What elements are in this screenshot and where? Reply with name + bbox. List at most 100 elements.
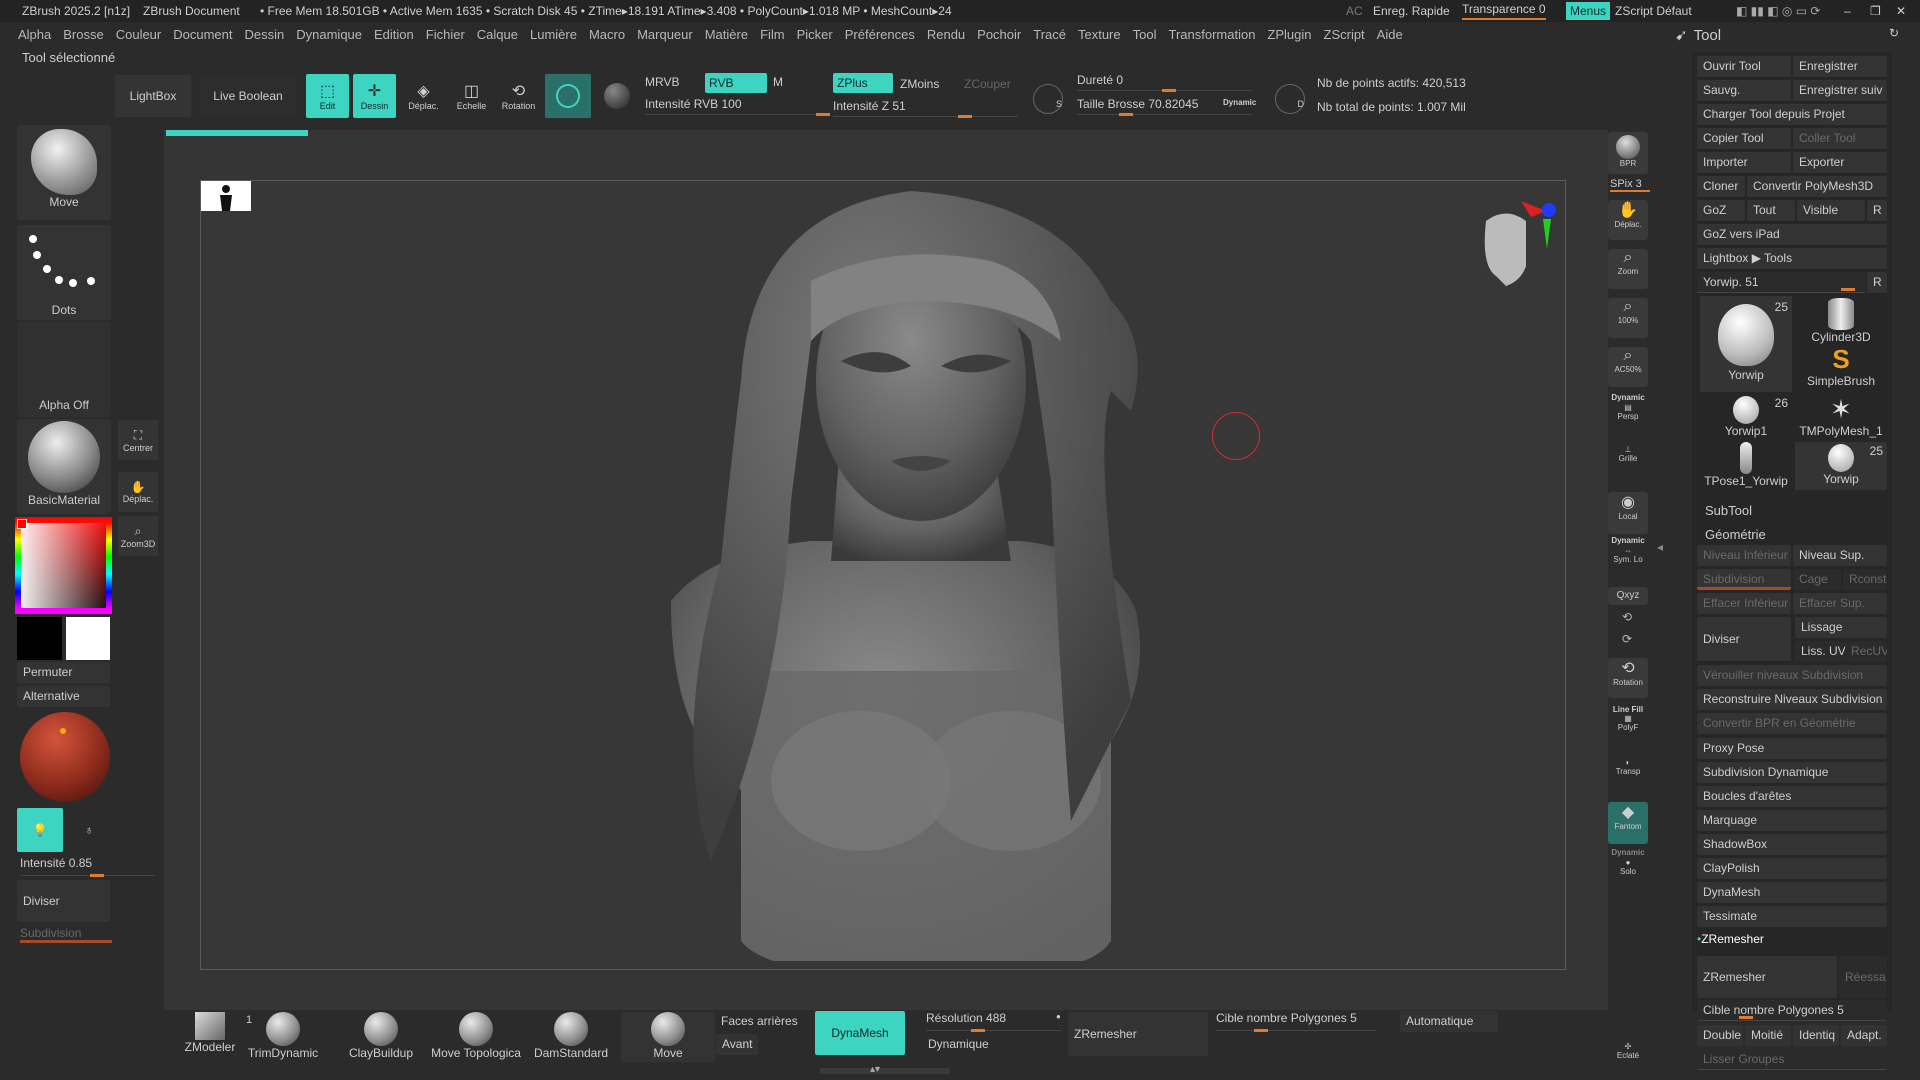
menu-item[interactable]: Marqueur xyxy=(637,27,693,42)
light-sphere-icon[interactable] xyxy=(20,712,110,802)
claypolish-section[interactable]: ClayPolish xyxy=(1697,858,1887,879)
subdivision-level-slider[interactable]: Subdivision xyxy=(1697,569,1791,590)
mrvb-button[interactable]: MRVB xyxy=(645,75,679,89)
menu-item[interactable]: ZScript xyxy=(1324,27,1365,42)
goz-ipad-button[interactable]: GoZ vers iPad xyxy=(1697,224,1887,245)
subdivision-slider[interactable]: Subdivision xyxy=(20,926,112,943)
rgb-intensity-slider[interactable]: Intensité RVB 100 xyxy=(645,97,830,116)
dynamesh-button[interactable]: DynaMesh xyxy=(815,1011,905,1055)
goz-visible-button[interactable]: Visible xyxy=(1797,200,1865,221)
light-on-button[interactable]: 💡 xyxy=(17,808,63,852)
adaptive-toggle[interactable]: Automatique xyxy=(1400,1011,1498,1032)
primary-color-swatch[interactable] xyxy=(17,617,62,660)
save-button[interactable]: Sauvg. xyxy=(1697,80,1791,101)
zscript-default[interactable]: ZScript Défaut xyxy=(1615,0,1692,22)
proxy-pose-section[interactable]: Proxy Pose xyxy=(1697,738,1887,759)
menu-item[interactable]: Dynamique xyxy=(296,27,362,42)
copy-tool-button[interactable]: Copier Tool xyxy=(1697,128,1791,149)
backface-mask-label[interactable]: Faces arrières xyxy=(721,1014,798,1028)
tool-thumb-yorwip[interactable]: 25 Yorwip xyxy=(1700,296,1792,392)
reconstruct-subdiv-button[interactable]: Reconstruire Niveaux Subdivision xyxy=(1697,689,1887,710)
bottom-shelf-scroll[interactable] xyxy=(820,1068,950,1074)
same-toggle[interactable]: Identiq xyxy=(1793,1025,1839,1046)
movetopological-brush-button[interactable]: Move Topologica xyxy=(428,1012,524,1068)
tool-r-button[interactable]: R xyxy=(1867,272,1887,293)
goz-r-button[interactable]: R xyxy=(1867,200,1887,221)
rotate-mode-button[interactable]: ⟲ Rotation xyxy=(497,74,540,118)
zoom3d-button[interactable]: ⌕ Zoom3D xyxy=(118,516,158,556)
divide-button[interactable]: Diviser xyxy=(17,880,110,922)
smooth-groups-slider[interactable]: Lisser Groupes xyxy=(1697,1049,1887,1070)
reuv-toggle[interactable]: RecUV xyxy=(1845,641,1887,662)
claybuildup-brush-button[interactable]: ClayBuildup xyxy=(343,1012,419,1068)
target-polygons-slider[interactable]: Cible nombre Polygones 5 xyxy=(1697,1000,1887,1021)
menu-item[interactable]: Calque xyxy=(477,27,518,42)
save-as-button[interactable]: Enregistrer xyxy=(1793,56,1887,77)
stroke-tile[interactable]: Dots xyxy=(17,225,111,320)
dynamesh-section[interactable]: DynaMesh xyxy=(1697,882,1887,903)
rconst-button[interactable]: Rconst xyxy=(1843,569,1887,590)
half-toggle[interactable]: Moitié xyxy=(1745,1025,1791,1046)
dynamic-subdivision-section[interactable]: Subdivision Dynamique xyxy=(1697,762,1887,783)
tool-thumb-tmpolymesh[interactable]: ✶ TMPolyMesh_1 xyxy=(1795,394,1887,442)
rotate-z-icon[interactable]: ⟳ xyxy=(1622,632,1632,646)
zmodeler-brush-button[interactable]: ZModeler xyxy=(180,1012,240,1068)
move-brush-button[interactable]: Move xyxy=(621,1012,715,1062)
shelf-collapse-icon[interactable]: ◂ xyxy=(1657,540,1663,554)
shadowbox-section[interactable]: ShadowBox xyxy=(1697,834,1887,855)
menu-item[interactable]: Préférences xyxy=(845,27,915,42)
menu-item[interactable]: Macro xyxy=(589,27,625,42)
export-button[interactable]: Exporter xyxy=(1793,152,1887,173)
minimize-icon[interactable]: – xyxy=(1844,0,1851,22)
spix-slider[interactable]: SPix 3 xyxy=(1610,178,1650,192)
pan-view-button[interactable]: ✋ Déplac. xyxy=(1608,200,1648,240)
local-sym-button[interactable]: ⇔ Sym. Lo xyxy=(1608,546,1648,576)
light-off-button[interactable]: ♁ xyxy=(66,808,112,852)
explode-button[interactable]: ✣ Eclaté xyxy=(1608,1042,1648,1078)
m-button[interactable]: M xyxy=(773,75,783,89)
load-tool-button[interactable]: Ouvrir Tool xyxy=(1697,56,1791,77)
ac50-button[interactable]: ⌕ AC50% xyxy=(1608,347,1648,387)
focal-shift-s-icon[interactable]: S xyxy=(1033,84,1063,114)
restore-icon[interactable]: ❐ xyxy=(1870,0,1881,22)
menu-item[interactable]: Fichier xyxy=(426,27,465,42)
rotate-y-icon[interactable]: ⟲ xyxy=(1622,610,1632,624)
rotate-view-button[interactable]: ⟲ Rotation xyxy=(1608,658,1648,698)
palette-refresh-icon[interactable]: ↻ xyxy=(1889,26,1899,40)
paste-tool-button[interactable]: Coller Tool xyxy=(1793,128,1887,149)
pin-icon[interactable]: ➹ xyxy=(1675,27,1688,44)
tool-thumb-cylinder3d[interactable]: Cylinder3D xyxy=(1795,296,1887,344)
trimdynamic-brush-button[interactable]: TrimDynamic xyxy=(245,1012,321,1068)
divide-geometry-button[interactable]: Diviser xyxy=(1697,617,1791,661)
bpr-button[interactable]: BPR xyxy=(1608,132,1648,174)
alternative-button[interactable]: Alternative xyxy=(17,686,110,707)
menu-item[interactable]: Picker xyxy=(797,27,833,42)
menu-item[interactable]: Rendu xyxy=(927,27,965,42)
convert-bpr-button[interactable]: Convertir BPR en Géométrie xyxy=(1697,713,1887,734)
zremesher-button[interactable]: ZRemesher xyxy=(1697,956,1837,998)
document-canvas[interactable] xyxy=(200,180,1566,970)
solo-button[interactable]: ● Solo xyxy=(1608,858,1648,888)
menu-item[interactable]: Texture xyxy=(1078,27,1121,42)
menu-item[interactable]: Couleur xyxy=(116,27,162,42)
sculpt-bust-model[interactable] xyxy=(591,181,1251,961)
hardness-slider[interactable]: Dureté 0 xyxy=(1077,73,1252,92)
menu-item[interactable]: Document xyxy=(173,27,232,42)
tool-thumb-yorwip1[interactable]: 26 Yorwip1 xyxy=(1700,394,1792,442)
pan-button[interactable]: ✋ Déplac. xyxy=(118,472,158,512)
import-button[interactable]: Importer xyxy=(1697,152,1791,173)
navigation-head-icon[interactable] xyxy=(1451,201,1561,301)
swap-colors-button[interactable]: Permuter xyxy=(17,662,110,683)
current-tool-slider[interactable]: Yorwip. 51 xyxy=(1697,272,1865,293)
delete-lower-button[interactable]: Effacer Inférieur xyxy=(1697,593,1791,614)
transparency-slider[interactable]: Transparence 0 xyxy=(1462,0,1546,20)
shelf-arrows-icon[interactable]: ▴▾ xyxy=(870,1064,880,1075)
tessimate-section[interactable]: Tessimate xyxy=(1697,906,1887,927)
crease-section[interactable]: Marquage xyxy=(1697,810,1887,831)
z-intensity-slider[interactable]: Intensité Z 51 xyxy=(833,99,1018,118)
color-picker[interactable] xyxy=(15,517,112,614)
clone-button[interactable]: Cloner xyxy=(1697,176,1745,197)
draw-mode-button[interactable]: ✛ Dessin xyxy=(353,74,396,118)
brush-tile[interactable]: Move xyxy=(17,125,111,220)
polyframe-button[interactable]: ▦ PolyF xyxy=(1608,714,1648,744)
